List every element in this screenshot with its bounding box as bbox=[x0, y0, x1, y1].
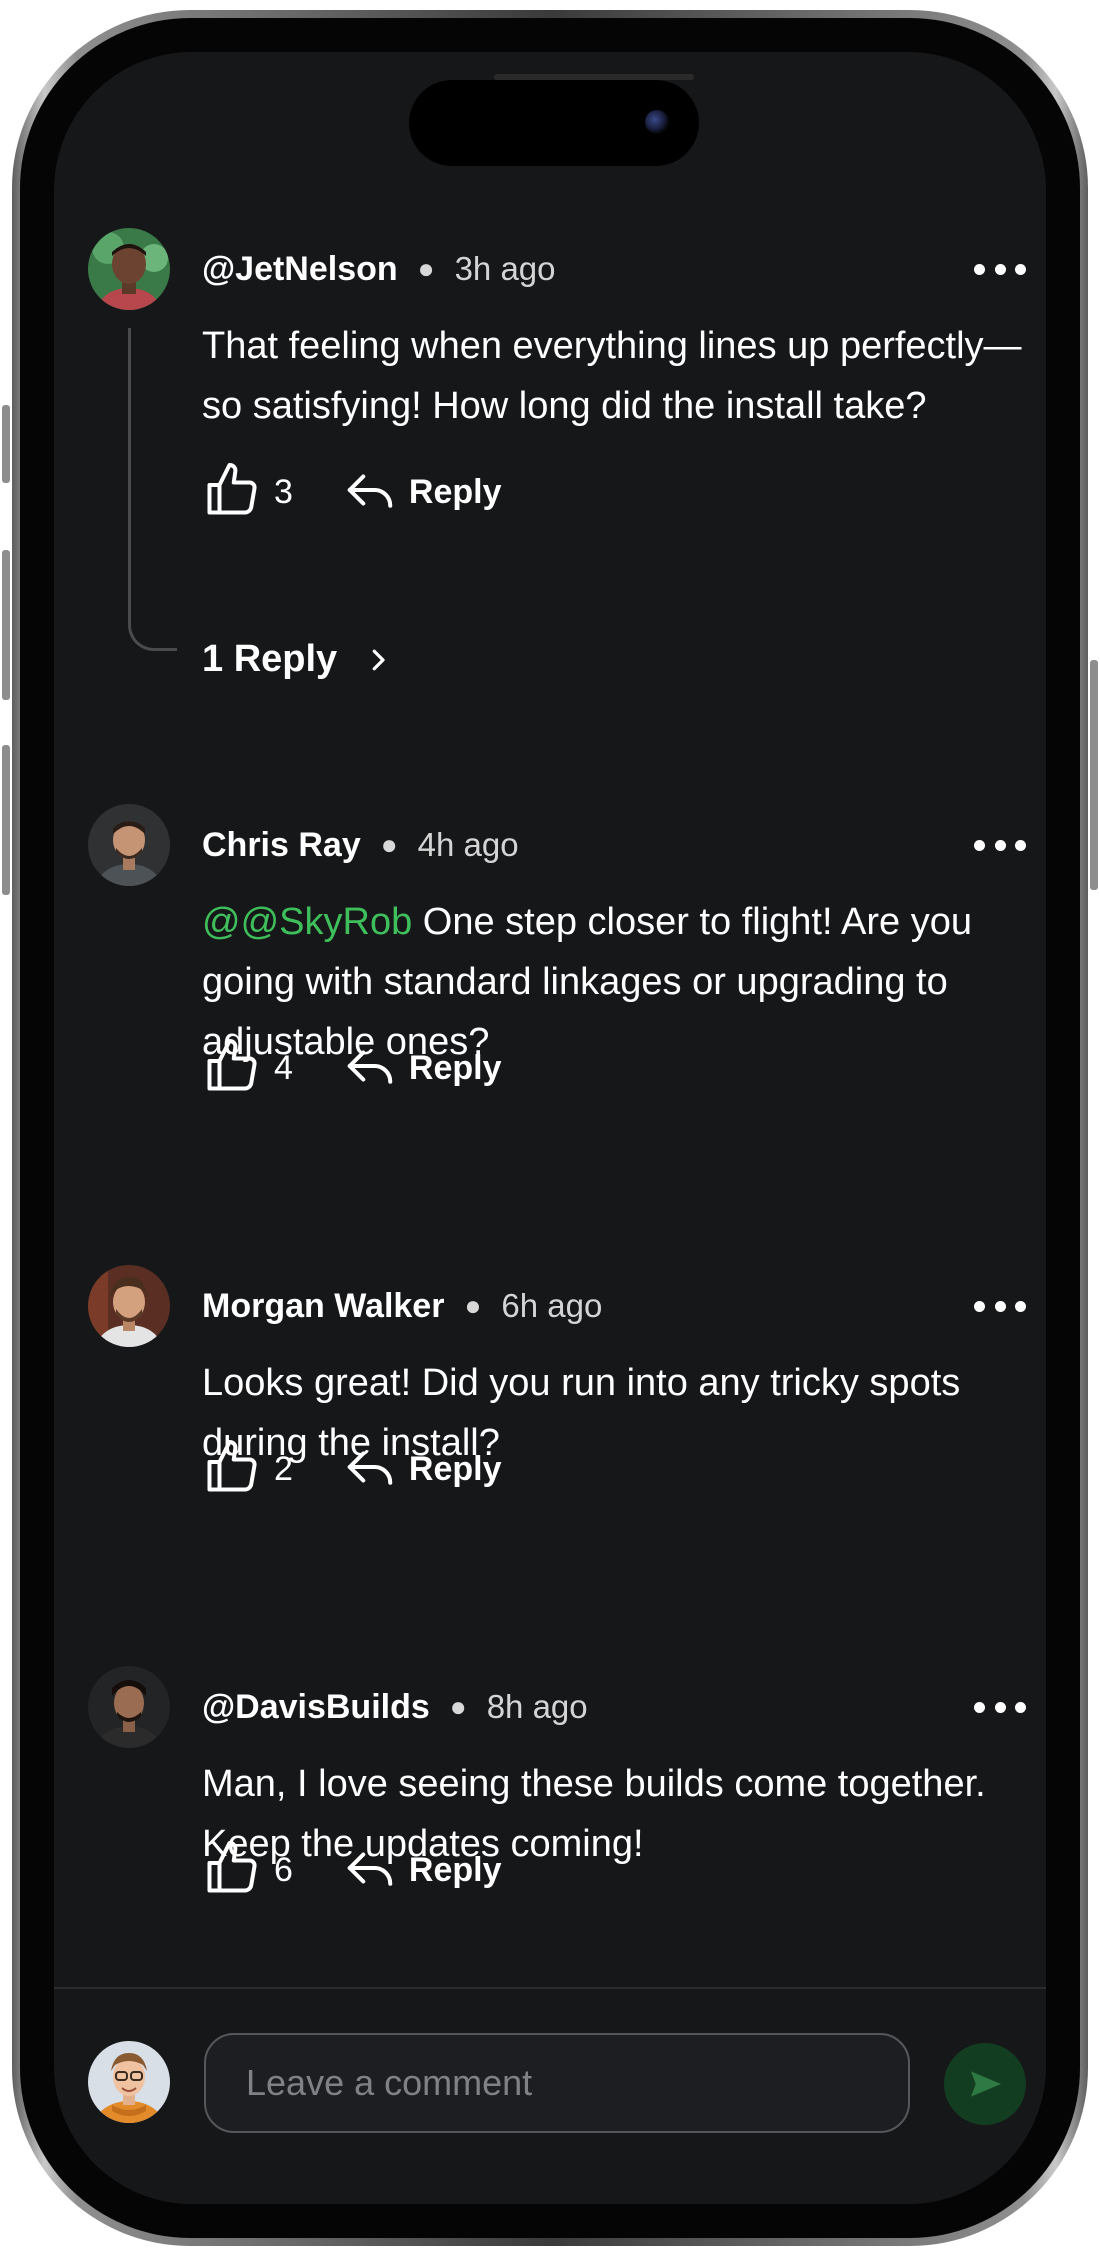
chevron-right-icon bbox=[363, 645, 393, 675]
volume-up-button bbox=[2, 550, 10, 700]
dynamic-island bbox=[409, 80, 699, 166]
comment-header: @DavisBuilds ● 8h ago bbox=[202, 1684, 588, 1730]
timestamp: 6h ago bbox=[501, 1287, 603, 1324]
reply-arrow-icon bbox=[343, 1841, 397, 1900]
volume-down-button bbox=[2, 745, 10, 895]
more-icon[interactable] bbox=[974, 1291, 1026, 1321]
thumbs-up-icon bbox=[202, 1838, 262, 1903]
comment-actions: 3 Reply bbox=[202, 460, 502, 524]
reply-button[interactable]: Reply bbox=[343, 463, 502, 522]
comment-text: That feeling when everything lines up pe… bbox=[202, 316, 1032, 436]
like-count: 2 bbox=[274, 1449, 293, 1488]
separator-dot: ● bbox=[417, 253, 435, 284]
thread-connector bbox=[128, 328, 177, 651]
comment-actions: 4 Reply bbox=[202, 1036, 502, 1100]
reply-label: Reply bbox=[408, 1048, 502, 1087]
mention[interactable]: @@SkyRob bbox=[202, 901, 412, 943]
thumbs-up-icon bbox=[202, 1036, 262, 1101]
comment-input-container bbox=[204, 2033, 910, 2133]
replies-count-label: 1 Reply bbox=[202, 638, 338, 680]
avatar[interactable] bbox=[88, 228, 170, 310]
avatar[interactable] bbox=[88, 804, 170, 886]
like-count: 3 bbox=[274, 472, 293, 511]
comment-header: Morgan Walker ● 6h ago bbox=[202, 1283, 602, 1329]
thumbs-up-icon bbox=[202, 1437, 262, 1502]
avatar[interactable] bbox=[88, 1265, 170, 1347]
timestamp: 8h ago bbox=[486, 1688, 588, 1725]
comment-input[interactable] bbox=[206, 2035, 908, 2131]
like-button[interactable]: 4 bbox=[202, 1036, 293, 1101]
author-name[interactable]: Morgan Walker bbox=[202, 1287, 444, 1326]
reply-arrow-icon bbox=[343, 1039, 397, 1098]
silent-switch bbox=[2, 405, 10, 483]
avatar[interactable] bbox=[88, 1666, 170, 1748]
timestamp: 3h ago bbox=[454, 250, 556, 287]
power-button bbox=[1090, 660, 1098, 890]
reply-label: Reply bbox=[408, 472, 502, 511]
more-icon[interactable] bbox=[974, 830, 1026, 860]
reply-button[interactable]: Reply bbox=[343, 1440, 502, 1499]
comment-body: That feeling when everything lines up pe… bbox=[202, 325, 1022, 427]
comment-actions: 2 Reply bbox=[202, 1437, 502, 1501]
reply-arrow-icon bbox=[343, 463, 397, 522]
comment-header: @JetNelson ● 3h ago bbox=[202, 246, 556, 292]
author-name[interactable]: Chris Ray bbox=[202, 826, 361, 865]
reply-button[interactable]: Reply bbox=[343, 1841, 502, 1900]
more-icon[interactable] bbox=[974, 254, 1026, 284]
more-icon[interactable] bbox=[974, 1692, 1026, 1722]
send-icon bbox=[968, 2067, 1002, 2101]
current-user-avatar[interactable] bbox=[88, 2041, 170, 2123]
comment-composer bbox=[54, 1987, 1046, 2204]
reply-button[interactable]: Reply bbox=[343, 1039, 502, 1098]
like-button[interactable]: 3 bbox=[202, 460, 293, 525]
comment-header: Chris Ray ● 4h ago bbox=[202, 822, 519, 868]
timestamp: 4h ago bbox=[417, 826, 519, 863]
thumbs-up-icon bbox=[202, 460, 262, 525]
comment-actions: 6 Reply bbox=[202, 1838, 502, 1902]
author-name[interactable]: @JetNelson bbox=[202, 250, 398, 289]
reply-label: Reply bbox=[408, 1850, 502, 1889]
like-button[interactable]: 2 bbox=[202, 1437, 293, 1502]
reply-arrow-icon bbox=[343, 1440, 397, 1499]
like-count: 4 bbox=[274, 1048, 293, 1087]
screen: @JetNelson ● 3h ago That feeling when ev… bbox=[54, 52, 1046, 2204]
separator-dot: ● bbox=[449, 1691, 467, 1722]
separator-dot: ● bbox=[380, 829, 398, 860]
separator-dot: ● bbox=[464, 1290, 482, 1321]
author-name[interactable]: @DavisBuilds bbox=[202, 1688, 430, 1727]
like-button[interactable]: 6 bbox=[202, 1838, 293, 1903]
like-count: 6 bbox=[274, 1850, 293, 1889]
reply-label: Reply bbox=[408, 1449, 502, 1488]
view-replies-link[interactable]: 1 Reply bbox=[202, 638, 393, 681]
send-button[interactable] bbox=[944, 2043, 1026, 2125]
camera-icon bbox=[645, 110, 669, 134]
